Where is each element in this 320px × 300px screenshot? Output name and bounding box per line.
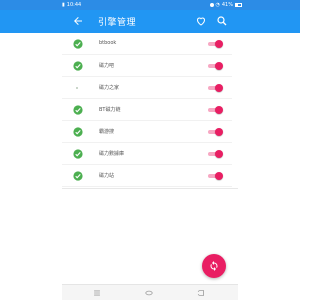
toggle-knob	[215, 128, 223, 136]
toggle-knob	[215, 106, 223, 114]
home-icon[interactable]	[144, 288, 154, 298]
engine-toggle[interactable]	[208, 150, 223, 158]
location-icon	[209, 3, 214, 7]
list-item[interactable]: btbook	[62, 33, 232, 55]
refresh-fab-button[interactable]	[202, 254, 226, 278]
engine-name: BT磁力链	[99, 107, 121, 113]
engine-toggle[interactable]	[208, 172, 223, 180]
list-divider	[62, 188, 238, 189]
status-left: ▮ 10:44	[62, 2, 81, 8]
check-circle-icon	[73, 171, 83, 181]
engine-name: 磁力之家	[99, 85, 120, 91]
engine-toggle[interactable]	[208, 40, 223, 48]
search-icon[interactable]	[216, 15, 228, 27]
toggle-knob	[215, 40, 223, 48]
back-icon[interactable]	[196, 288, 206, 298]
signal-icon: ▮	[62, 2, 65, 8]
engine-name: 磁力站	[99, 173, 115, 179]
battery-icon	[235, 3, 242, 7]
list-item[interactable]: 磁力站	[62, 165, 232, 187]
refresh-icon	[210, 261, 218, 271]
wifi-icon: ◔	[215, 2, 220, 8]
check-circle-icon	[73, 149, 83, 159]
menu-icon[interactable]	[92, 288, 102, 298]
check-circle-icon	[73, 61, 83, 71]
page-title: 引擎管理	[98, 18, 137, 28]
system-nav-bar	[62, 284, 238, 300]
engine-name: 磁力數據庫	[99, 151, 125, 157]
loading-dot-icon	[76, 87, 78, 89]
engine-name: 霸游搜	[99, 129, 115, 135]
toggle-knob	[215, 150, 223, 158]
list-item[interactable]: 磁力數據庫	[62, 143, 232, 165]
back-arrow-icon[interactable]	[72, 15, 84, 27]
status-time: 10:44	[66, 2, 82, 8]
battery-percent: 41%	[221, 2, 233, 8]
status-bar: ▮ 10:44 ◔ 41%	[0, 0, 300, 10]
engine-toggle[interactable]	[208, 84, 223, 92]
status-right: ◔ 41%	[209, 2, 242, 8]
engine-list: btbook 磁力吧 磁力之家 BT磁力链 霸游搜 磁力數據庫 磁力站	[62, 33, 232, 187]
engine-name: 磁力吧	[99, 63, 115, 69]
engine-toggle[interactable]	[208, 128, 223, 136]
app-bar: 引擎管理	[0, 10, 300, 33]
list-item[interactable]: BT磁力链	[62, 99, 232, 121]
check-circle-icon	[73, 105, 83, 115]
engine-name: btbook	[99, 40, 117, 46]
engine-toggle[interactable]	[208, 106, 223, 114]
toggle-knob	[215, 172, 223, 180]
toggle-knob	[215, 62, 223, 70]
check-circle-icon	[73, 39, 83, 49]
list-item[interactable]: 磁力之家	[62, 77, 232, 99]
list-item[interactable]: 霸游搜	[62, 121, 232, 143]
engine-toggle[interactable]	[208, 62, 223, 70]
check-circle-icon	[73, 127, 83, 137]
list-item[interactable]: 磁力吧	[62, 55, 232, 77]
toggle-knob	[215, 84, 223, 92]
heart-outline-icon[interactable]	[195, 15, 207, 27]
